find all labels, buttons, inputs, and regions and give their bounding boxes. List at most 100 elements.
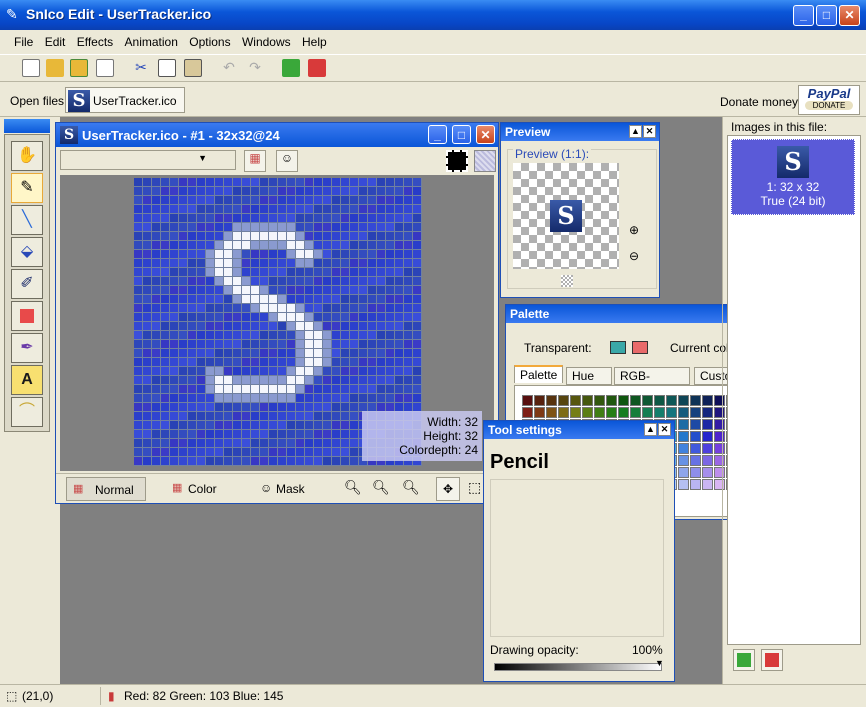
pixel-cell[interactable] [143, 358, 152, 367]
pixel-cell[interactable] [323, 448, 332, 457]
pixel-cell[interactable] [134, 286, 143, 295]
pixel-cell[interactable] [224, 286, 233, 295]
pixel-cell[interactable] [260, 358, 269, 367]
pixel-cell[interactable] [242, 223, 251, 232]
pixel-cell[interactable] [215, 304, 224, 313]
pixel-cell[interactable] [161, 430, 170, 439]
pixel-cell[interactable] [233, 448, 242, 457]
pixel-cell[interactable] [233, 358, 242, 367]
pixel-cell[interactable] [341, 376, 350, 385]
pixel-cell[interactable] [377, 394, 386, 403]
pixel-cell[interactable] [170, 187, 179, 196]
pixel-cell[interactable] [242, 430, 251, 439]
pixel-cell[interactable] [323, 286, 332, 295]
pixel-cell[interactable] [134, 403, 143, 412]
pixel-cell[interactable] [305, 286, 314, 295]
pixel-cell[interactable] [332, 349, 341, 358]
pixel-cell[interactable] [278, 412, 287, 421]
pixel-cell[interactable] [377, 322, 386, 331]
pixel-cell[interactable] [350, 322, 359, 331]
pixel-cell[interactable] [323, 214, 332, 223]
pixel-cell[interactable] [134, 367, 143, 376]
pixel-cell[interactable] [359, 358, 368, 367]
pixel-cell[interactable] [332, 448, 341, 457]
pixel-cell[interactable] [341, 340, 350, 349]
pixel-cell[interactable] [224, 241, 233, 250]
pixel-cell[interactable] [206, 241, 215, 250]
pixel-cell[interactable] [359, 286, 368, 295]
pixel-cell[interactable] [188, 241, 197, 250]
pixel-cell[interactable] [287, 223, 296, 232]
pixel-cell[interactable] [260, 340, 269, 349]
pixel-cell[interactable] [134, 313, 143, 322]
pixel-cell[interactable] [269, 187, 278, 196]
pixel-cell[interactable] [242, 232, 251, 241]
pixel-cell[interactable] [395, 295, 404, 304]
pixel-cell[interactable] [152, 439, 161, 448]
pixel-cell[interactable] [305, 376, 314, 385]
pixel-cell[interactable] [152, 268, 161, 277]
palette-swatch[interactable] [522, 407, 533, 418]
mask-toggle-icon[interactable]: ☺ [276, 150, 298, 172]
pixel-cell[interactable] [296, 295, 305, 304]
pixel-cell[interactable] [197, 385, 206, 394]
pixel-cell[interactable] [224, 322, 233, 331]
pixel-cell[interactable] [170, 421, 179, 430]
pixel-cell[interactable] [134, 295, 143, 304]
pixel-cell[interactable] [368, 367, 377, 376]
pixel-cell[interactable] [161, 313, 170, 322]
pixel-cell[interactable] [233, 187, 242, 196]
palette-swatch[interactable] [630, 395, 641, 406]
pixel-cell[interactable] [386, 349, 395, 358]
pixel-cell[interactable] [305, 268, 314, 277]
pixel-cell[interactable] [287, 394, 296, 403]
add-image-icon[interactable] [282, 59, 300, 77]
pixel-cell[interactable] [305, 439, 314, 448]
pixel-cell[interactable] [215, 295, 224, 304]
pixel-cell[interactable] [314, 259, 323, 268]
pixel-cell[interactable] [404, 196, 413, 205]
pixel-cell[interactable] [341, 448, 350, 457]
pixel-cell[interactable] [269, 313, 278, 322]
pixel-cell[interactable] [143, 439, 152, 448]
pixel-cell[interactable] [224, 448, 233, 457]
grid-toggle-icon[interactable]: ▦ [244, 150, 266, 172]
pixel-cell[interactable] [386, 232, 395, 241]
pixel-cell[interactable] [377, 241, 386, 250]
pixel-cell[interactable] [179, 457, 188, 466]
pixel-cell[interactable] [413, 349, 422, 358]
pixel-cell[interactable] [260, 196, 269, 205]
pixel-cell[interactable] [278, 232, 287, 241]
pixel-cell[interactable] [386, 322, 395, 331]
pixel-cell[interactable] [134, 457, 143, 466]
pixel-cell[interactable] [206, 214, 215, 223]
pixel-cell[interactable] [197, 304, 206, 313]
pixel-cell[interactable] [305, 259, 314, 268]
pixel-cell[interactable] [206, 358, 215, 367]
paypal-donate-button[interactable]: PayPal DONATE [798, 85, 860, 115]
pixel-cell[interactable] [305, 304, 314, 313]
pixel-cell[interactable] [224, 304, 233, 313]
pixel-cell[interactable] [152, 430, 161, 439]
pixel-cell[interactable] [404, 286, 413, 295]
pixel-cell[interactable] [161, 178, 170, 187]
pixel-cell[interactable] [395, 250, 404, 259]
pixel-cell[interactable] [269, 457, 278, 466]
pixel-cell[interactable] [323, 457, 332, 466]
pixel-cell[interactable] [233, 196, 242, 205]
pixel-cell[interactable] [233, 214, 242, 223]
pixel-cell[interactable] [143, 232, 152, 241]
pixel-cell[interactable] [323, 331, 332, 340]
pixel-cell[interactable] [242, 403, 251, 412]
pixel-cell[interactable] [287, 304, 296, 313]
pixel-cell[interactable] [287, 205, 296, 214]
secondary-color-swatch[interactable] [474, 150, 496, 172]
pixel-cell[interactable] [341, 457, 350, 466]
palette-swatch[interactable] [618, 395, 629, 406]
pixel-cell[interactable] [413, 376, 422, 385]
pixel-cell[interactable] [278, 430, 287, 439]
pixel-cell[interactable] [197, 295, 206, 304]
pixel-cell[interactable] [341, 331, 350, 340]
pixel-cell[interactable] [143, 250, 152, 259]
pixel-cell[interactable] [296, 349, 305, 358]
